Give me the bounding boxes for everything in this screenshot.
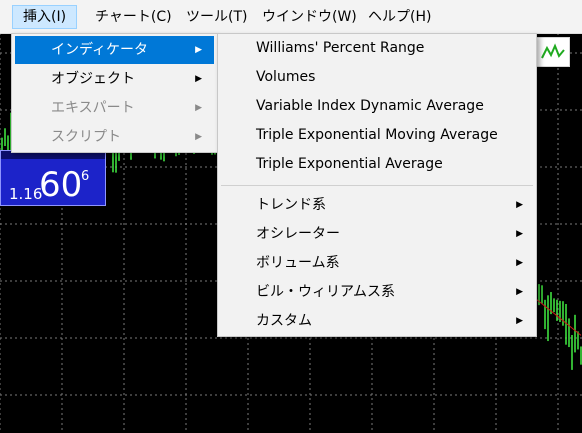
menu-item-indicators[interactable]: インディケータ ▶ (15, 36, 214, 64)
menu-window[interactable]: ウインドウ(W) (252, 5, 367, 29)
menu-item-label: インディケータ (51, 42, 149, 58)
submenu-bill-williams[interactable]: ビル・ウィリアムス系 ▶ (221, 278, 533, 307)
indicator-toolbar-button[interactable] (536, 37, 570, 67)
submenu-arrow-icon: ▶ (516, 229, 523, 239)
submenu-arrow-icon: ▶ (516, 316, 523, 326)
menu-separator (221, 185, 533, 186)
price-big-digits: 60 (39, 165, 83, 205)
submenu-arrow-icon: ▶ (516, 258, 523, 268)
indicator-tema[interactable]: Triple Exponential Moving Average (221, 121, 533, 150)
price-prefix: 1.16 (9, 185, 43, 203)
submenu-arrow-icon: ▶ (195, 74, 202, 84)
indicator-trix[interactable]: Triple Exponential Average (221, 150, 533, 179)
menu-insert[interactable]: 挿入(I) (12, 5, 78, 29)
menu-item-label: エキスパート (51, 100, 135, 116)
menu-help[interactable]: ヘルプ(H) (358, 5, 441, 29)
menu-chart[interactable]: チャート(C) (85, 5, 182, 29)
indicator-vidya[interactable]: Variable Index Dynamic Average (221, 92, 533, 121)
submenu-arrow-icon: ▶ (195, 132, 202, 142)
bid-price-panel[interactable]: 1.16 60 6 (0, 150, 106, 206)
menu-item-label: オブジェクト (51, 71, 135, 87)
submenu-arrow-icon: ▶ (195, 45, 202, 55)
submenu-arrow-icon: ▶ (195, 103, 202, 113)
price-pip-digit: 6 (81, 169, 90, 184)
menu-item-label: ビル・ウィリアムス系 (256, 284, 396, 300)
indicator-volumes[interactable]: Volumes (221, 63, 533, 92)
menu-bar: 挿入(I) チャート(C) ツール(T) ウインドウ(W) ヘルプ(H) (0, 0, 582, 34)
menu-item-label: トレンド系 (256, 197, 326, 213)
indicator-williams-percent-range[interactable]: Williams' Percent Range (221, 34, 533, 63)
submenu-volumes[interactable]: ボリューム系 ▶ (221, 249, 533, 278)
menu-item-experts: エキスパート ▶ (15, 94, 214, 122)
menu-tools[interactable]: ツール(T) (176, 5, 257, 29)
submenu-arrow-icon: ▶ (516, 200, 523, 210)
submenu-trend[interactable]: トレンド系 ▶ (221, 191, 533, 220)
indicator-wave-icon (541, 43, 565, 59)
submenu-arrow-icon: ▶ (516, 287, 523, 297)
menu-item-label: ボリューム系 (256, 255, 340, 271)
indicators-submenu: Williams' Percent Range Volumes Variable… (217, 33, 537, 337)
menu-item-label: オシレーター (256, 226, 340, 242)
submenu-oscillators[interactable]: オシレーター ▶ (221, 220, 533, 249)
submenu-custom[interactable]: カスタム ▶ (221, 307, 533, 336)
menu-item-objects[interactable]: オブジェクト ▶ (15, 65, 214, 93)
menu-item-scripts: スクリプト ▶ (15, 123, 214, 151)
insert-dropdown: インディケータ ▶ オブジェクト ▶ エキスパート ▶ スクリプト ▶ (11, 33, 218, 153)
menu-item-label: スクリプト (51, 129, 121, 145)
menu-item-label: カスタム (256, 313, 312, 329)
